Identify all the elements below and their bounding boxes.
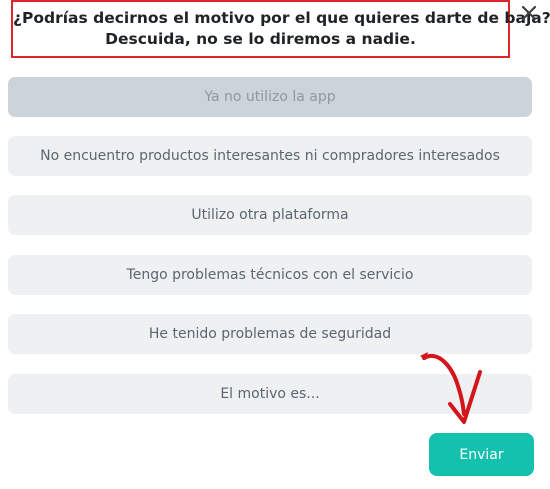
unsubscribe-dialog: ¿Podrías decirnos el motivo por el que q… (0, 0, 550, 489)
reason-option-other-platform[interactable]: Utilizo otra plataforma (8, 195, 532, 235)
dialog-title: ¿Podrías decirnos el motivo por el que q… (11, 0, 550, 58)
close-icon (521, 5, 537, 21)
dialog-title-line-1: ¿Podrías decirnos el motivo por el que q… (13, 9, 550, 27)
reason-option-technical-problems[interactable]: Tengo problemas técnicos con el servicio (8, 255, 532, 295)
dialog-title-line-2: Descuida, no se lo diremos a nadie. (105, 30, 416, 48)
close-button[interactable] (518, 2, 540, 24)
send-button[interactable]: Enviar (429, 433, 534, 476)
reason-option-no-use-app[interactable]: Ya no utilizo la app (8, 77, 532, 117)
annotation-arrow-icon (420, 352, 482, 424)
reason-option-no-products[interactable]: No encuentro productos interesantes ni c… (8, 136, 532, 176)
